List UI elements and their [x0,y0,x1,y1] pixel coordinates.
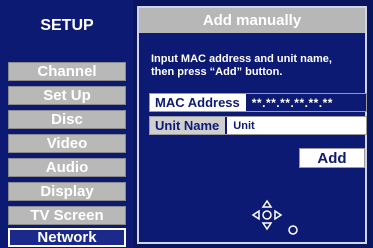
instructions-line-2: then press “Add” button. [151,66,283,78]
right-arrow-icon [274,209,283,221]
add-manually-panel: Add manually Input MAC address and unit … [137,6,367,244]
menu-item-set-up[interactable]: Set Up [8,86,126,105]
up-arrow-icon [261,199,273,208]
instructions-text: Input MAC address and unit name, then pr… [151,53,361,79]
instructions-line-1: Input MAC address and unit name, [151,53,332,65]
mac-address-value[interactable]: **.**.**.**.**.** [245,94,366,111]
menu-item-audio[interactable]: Audio [8,158,126,177]
menu-item-tv-screen[interactable]: TV Screen [8,206,126,225]
unit-name-value[interactable]: Unit [225,117,366,134]
unit-name-field[interactable]: Unit Name Unit [149,116,367,135]
mac-address-field[interactable]: MAC Address **.**.**.**.**.** [149,93,367,112]
down-arrow-icon [261,222,273,231]
return-icon [288,225,298,235]
sidebar: SETUP Channel Set Up Disc Video Audio Di… [0,0,133,248]
menu-item-network[interactable]: Network [8,228,126,247]
enter-button-icon [262,210,272,220]
remote-navigation-hint [251,199,298,235]
menu-item-video[interactable]: Video [8,134,126,153]
menu-item-disc[interactable]: Disc [8,110,126,129]
mac-address-label: MAC Address [155,95,240,110]
menu-item-display[interactable]: Display [8,182,126,201]
add-button[interactable]: Add [299,148,365,168]
panel-title: Add manually [139,8,365,33]
left-arrow-icon [251,209,260,221]
unit-name-label: Unit Name [155,118,220,133]
menu-item-channel[interactable]: Channel [8,62,126,81]
setup-title: SETUP [40,17,94,34]
